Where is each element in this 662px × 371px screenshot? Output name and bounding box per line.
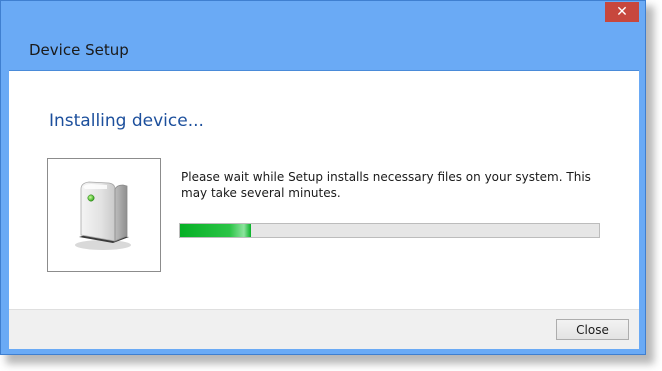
- device-image-frame: [47, 158, 161, 272]
- progress-fill: [180, 224, 252, 237]
- window-close-button[interactable]: ✕: [605, 2, 639, 22]
- close-icon: ✕: [616, 4, 628, 20]
- dialog-footer: Close: [9, 309, 639, 349]
- status-message: Please wait while Setup installs necessa…: [181, 170, 591, 200]
- page-heading: Installing device...: [49, 111, 204, 131]
- dialog-content: Installing device... Please wait while S…: [9, 70, 639, 349]
- device-icon: [75, 181, 131, 250]
- close-button[interactable]: Close: [556, 319, 629, 340]
- device-setup-window: ✕ Device Setup Installing device... Plea…: [0, 0, 646, 355]
- install-progress-bar: [179, 223, 600, 238]
- window-title: Device Setup: [29, 41, 129, 59]
